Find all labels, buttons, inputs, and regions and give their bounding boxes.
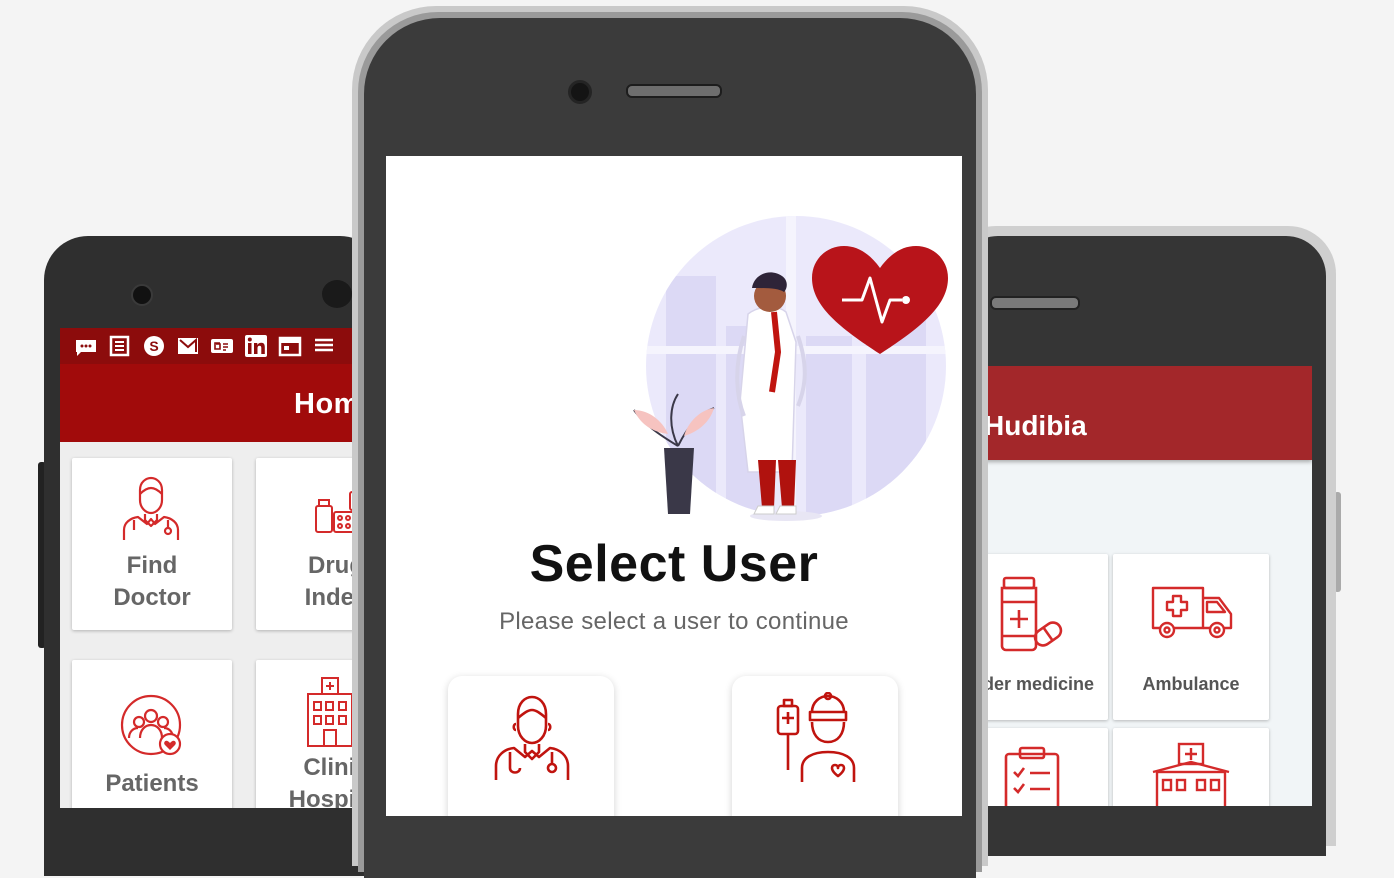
gmail-icon bbox=[176, 335, 200, 357]
page-subtitle: Please select a user to continue bbox=[499, 608, 849, 635]
right-app-bar: Hudibia bbox=[962, 366, 1312, 460]
skype-icon: S bbox=[142, 335, 166, 357]
linkedin-icon bbox=[244, 335, 268, 357]
message-icon bbox=[74, 335, 98, 357]
left-phone-camera bbox=[131, 284, 153, 306]
hospital-tile[interactable] bbox=[1113, 728, 1269, 806]
menu-icon bbox=[312, 335, 336, 357]
page-title: Select User bbox=[529, 535, 819, 593]
tile-label: Ambulance bbox=[1142, 674, 1240, 694]
left-phone-sensor bbox=[322, 280, 352, 308]
doctor-user-icon bbox=[494, 695, 570, 780]
gpay-icon bbox=[210, 335, 234, 357]
earpiece-speaker bbox=[626, 84, 722, 98]
front-camera bbox=[568, 80, 592, 104]
left-phone-screen: S Home Find Doctor Drug Index Patients C… bbox=[60, 328, 370, 808]
svg-text:S: S bbox=[149, 338, 158, 354]
clipboard-icon bbox=[1004, 746, 1060, 806]
hospital-icon bbox=[307, 677, 353, 747]
hospital-building-icon bbox=[1152, 742, 1230, 806]
center-phone-screen: Select User Please select a user to cont… bbox=[386, 156, 962, 816]
tile-label: Patients bbox=[105, 770, 199, 797]
patients-icon bbox=[120, 694, 182, 756]
patients-tile[interactable]: Patients bbox=[72, 660, 232, 808]
doctor-icon bbox=[122, 476, 180, 540]
find-doctor-tile[interactable]: Find Doctor bbox=[72, 458, 232, 630]
doctor-user-card[interactable] bbox=[448, 676, 614, 816]
tile-label: Find bbox=[126, 552, 178, 579]
right-phone-screen: Hudibia Order medicine Ambulance bbox=[962, 366, 1312, 806]
left-app-bar: Home bbox=[60, 364, 370, 442]
patient-user-icon bbox=[776, 692, 856, 782]
patient-user-card[interactable] bbox=[732, 676, 898, 816]
calendar-icon bbox=[278, 335, 302, 357]
news-icon bbox=[108, 335, 132, 357]
ambulance-tile[interactable]: Ambulance bbox=[1113, 554, 1269, 720]
ambulance-icon bbox=[1151, 586, 1233, 639]
medicine-bottle-icon bbox=[1000, 576, 1063, 652]
app-bar-title: Hudibia bbox=[984, 410, 1087, 441]
tile-label: Doctor bbox=[113, 584, 191, 611]
doctor-with-heart-illustration bbox=[633, 216, 948, 521]
right-phone-speaker bbox=[990, 296, 1080, 310]
status-bar: S bbox=[60, 328, 370, 364]
